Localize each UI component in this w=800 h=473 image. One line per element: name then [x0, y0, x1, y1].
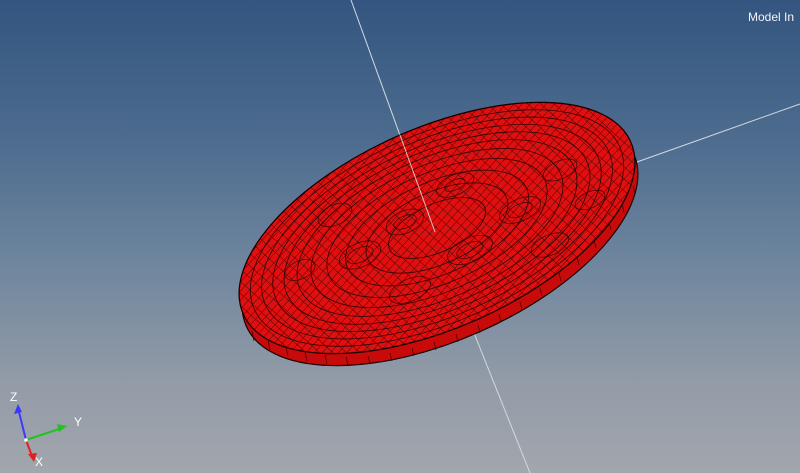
triad-origin — [24, 438, 28, 442]
axis-triad[interactable]: Z Y X — [0, 380, 100, 473]
global-axis-line-lower — [471, 327, 531, 473]
model-info-label: Model In — [748, 10, 795, 24]
global-axis-line-horizontal — [619, 103, 800, 169]
triad-x-label: X — [35, 455, 43, 469]
triad-z-label: Z — [10, 390, 17, 404]
mesh-disc[interactable] — [203, 50, 675, 417]
model-scene — [203, 0, 800, 473]
triad-x-axis — [25, 439, 33, 457]
triad-y-axis — [25, 427, 63, 441]
triad-z-axis — [17, 407, 27, 441]
triad-y-label: Y — [74, 415, 82, 429]
graphics-viewport[interactable]: Model In Z Y X — [0, 0, 800, 473]
triad-y-arrow — [57, 424, 67, 432]
triad-z-arrow — [14, 404, 22, 414]
